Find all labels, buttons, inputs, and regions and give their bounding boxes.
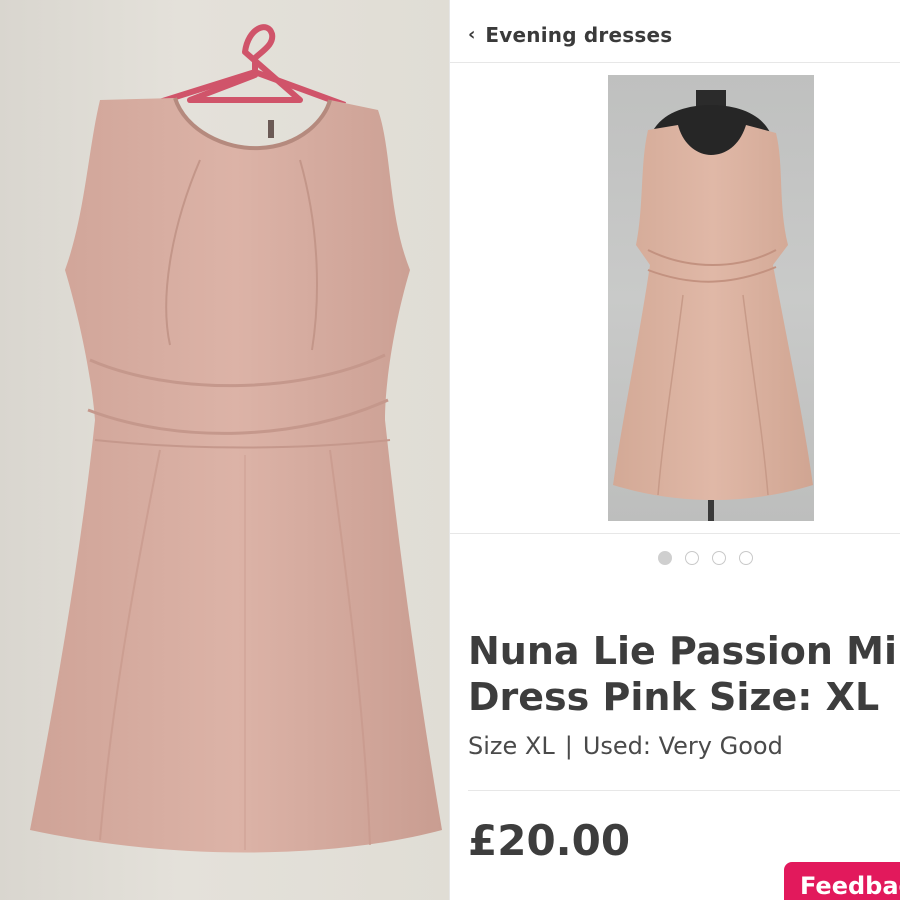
gallery-dot-3[interactable] (712, 551, 726, 565)
product-size: Size XL (468, 732, 555, 760)
product-panel: ‹ Evening dresses Nuna Lie Passion Mi Dr… (450, 0, 900, 900)
product-image[interactable] (608, 75, 814, 521)
gallery-divider (450, 533, 900, 534)
product-attributes: Size XL | Used: Very Good (468, 732, 783, 760)
gallery-pagination (658, 551, 753, 565)
attribute-separator: | (564, 732, 573, 760)
product-condition: Used: Very Good (582, 732, 783, 760)
back-link-label: Evening dresses (485, 23, 673, 47)
gallery-dot-2[interactable] (685, 551, 699, 565)
header-divider (450, 62, 900, 63)
feedback-button[interactable]: Feedbac (784, 862, 900, 900)
chevron-left-icon: ‹ (468, 24, 476, 45)
product-title: Nuna Lie Passion Mi Dress Pink Size: XL (468, 629, 897, 719)
product-price: £20.00 (468, 816, 631, 865)
dress-on-mannequin-image (613, 90, 813, 521)
back-link[interactable]: ‹ Evening dresses (468, 20, 672, 50)
dress-on-hanger-image (30, 24, 442, 853)
price-divider (468, 790, 900, 791)
gallery-dot-1[interactable] (658, 551, 672, 565)
gallery-dot-4[interactable] (739, 551, 753, 565)
dress-photo-hanger (0, 0, 450, 900)
